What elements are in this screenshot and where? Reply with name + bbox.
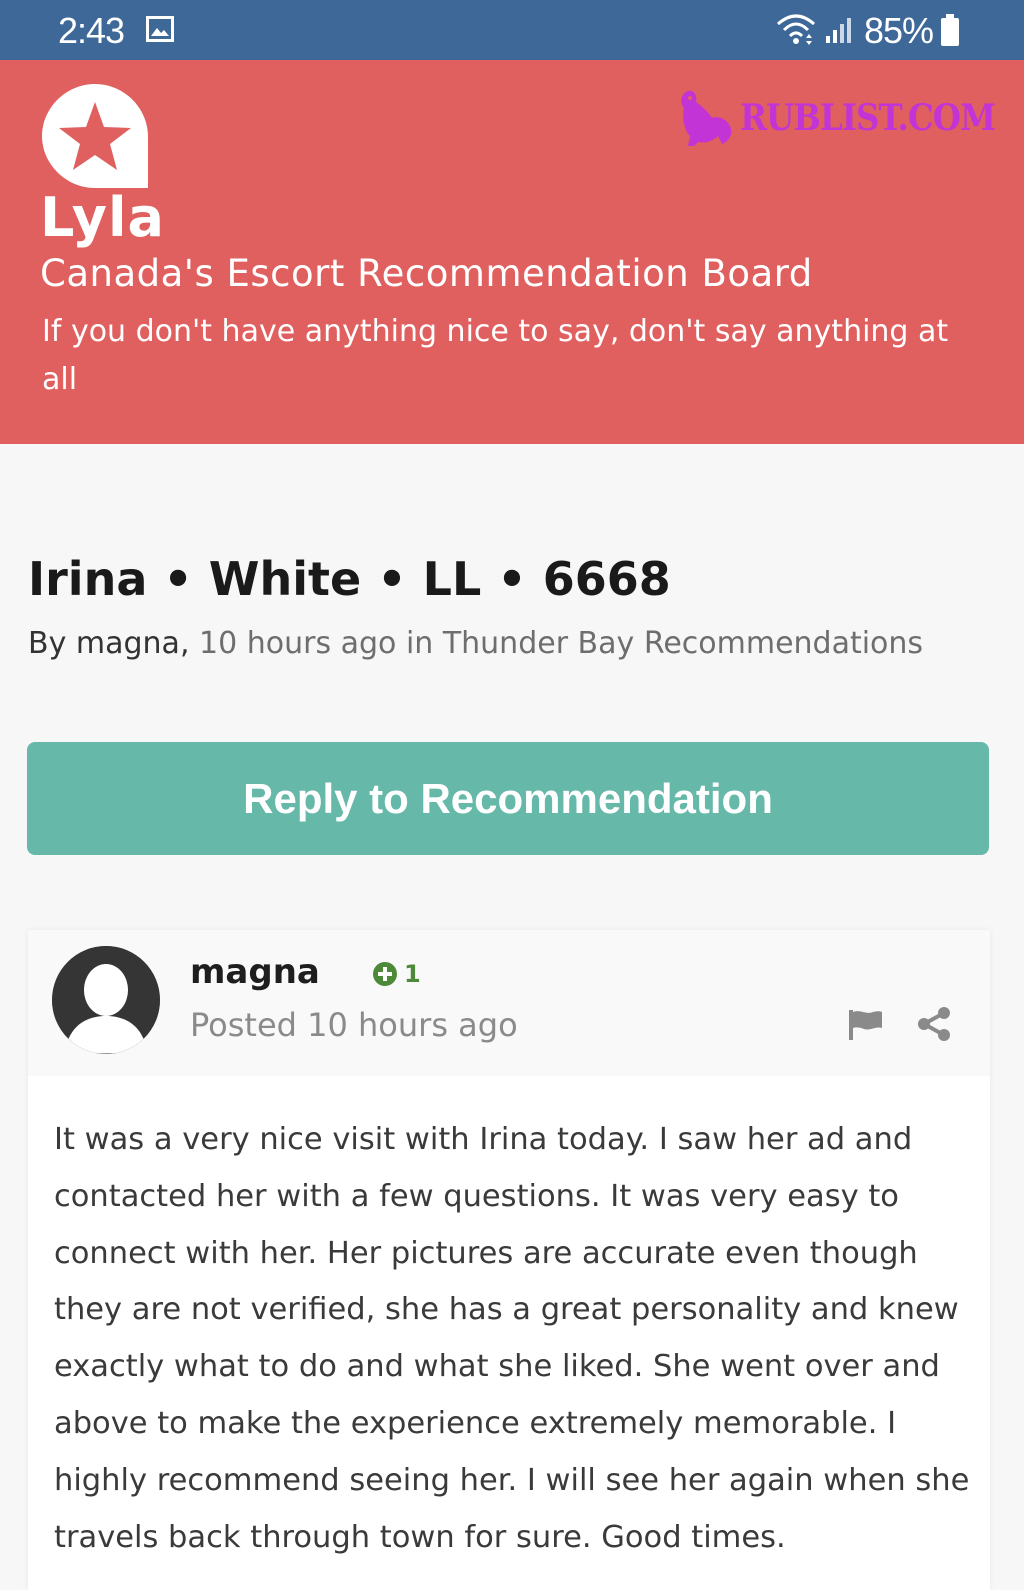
reply-button[interactable]: Reply to Recommendation [27, 742, 989, 855]
post-date[interactable]: Posted 10 hours ago [190, 1006, 518, 1044]
post-author[interactable]: magna [190, 952, 320, 992]
battery-percentage: 85% [864, 10, 934, 51]
reputation-count: 1 [404, 960, 421, 988]
star-badge-icon[interactable] [40, 82, 150, 190]
flag-icon[interactable] [846, 1008, 884, 1042]
topic-author-link[interactable]: magna, [76, 626, 190, 661]
plus-circle-icon [373, 962, 397, 986]
status-time: 2:43 [58, 10, 125, 51]
avatar-icon[interactable] [52, 946, 160, 1054]
status-bar: 2:43 85% [0, 0, 1024, 60]
watermark-figure-icon [681, 90, 732, 146]
post-header: magna 1 Posted 10 hours ago [28, 930, 990, 1076]
watermark: RUBLIST.COM [678, 86, 1023, 150]
post-body: It was a very nice visit with Irina toda… [54, 1122, 970, 1555]
topic-meta: By magna, 10 hours ago in Thunder Bay Re… [28, 626, 923, 661]
watermark-text: RUBLIST.COM [740, 97, 996, 139]
share-icon[interactable] [916, 1006, 952, 1042]
battery-icon [941, 14, 959, 46]
topic-title: Irina • White • LL • 6668 [28, 552, 671, 606]
image-notification-icon [146, 16, 174, 42]
signal-icon [826, 18, 851, 43]
board-header: Lyla Canada's Escort Recommendation Boar… [0, 60, 1024, 444]
app-motto: If you don't have anything nice to say, … [42, 314, 949, 397]
app-name[interactable]: Lyla [40, 186, 165, 249]
reputation-badge[interactable]: 1 [372, 960, 421, 988]
post-card: magna 1 Posted 10 hours ago It was a ver… [28, 930, 990, 1590]
topic-meta-text: 10 hours ago in Thunder Bay Recommendati… [199, 626, 924, 661]
topic-by-label: By [28, 626, 67, 661]
wifi-icon [777, 14, 815, 45]
app-tagline: Canada's Escort Recommendation Board [40, 252, 813, 295]
